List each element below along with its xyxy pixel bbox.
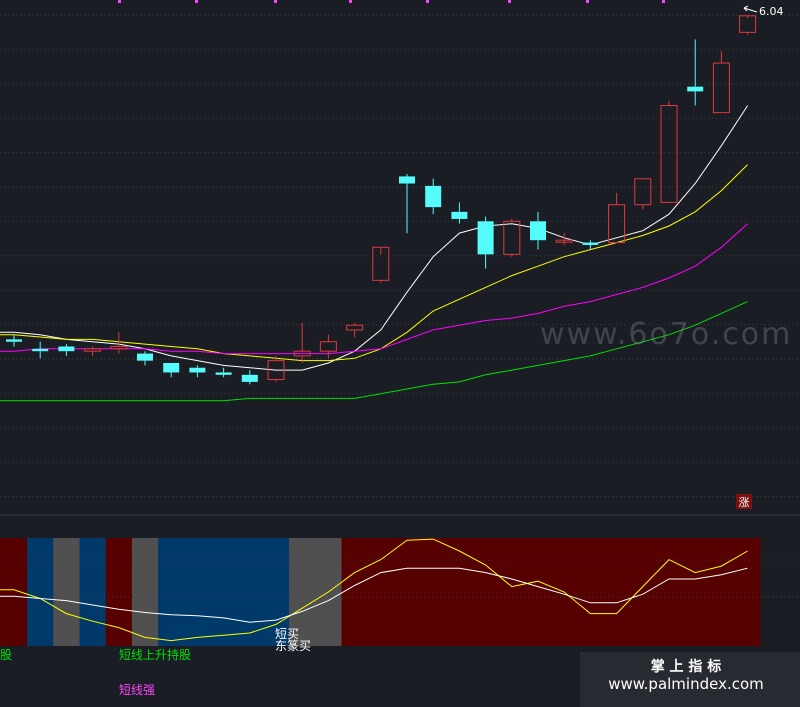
rise-badge: 涨 bbox=[736, 494, 752, 509]
candle bbox=[267, 355, 285, 382]
candle-body bbox=[660, 105, 678, 203]
candle bbox=[634, 178, 652, 210]
corner-watermark-url: www.palmindex.com bbox=[608, 675, 764, 693]
candle bbox=[608, 192, 626, 244]
candle-body bbox=[32, 348, 49, 352]
candle bbox=[399, 174, 415, 234]
zone-band bbox=[184, 538, 211, 646]
candle-body bbox=[6, 339, 22, 342]
zone-band bbox=[341, 538, 369, 646]
high-arrow-icon bbox=[743, 5, 758, 13]
candle bbox=[530, 211, 546, 250]
candle bbox=[346, 322, 364, 338]
zone-band bbox=[79, 538, 107, 646]
zone-band bbox=[393, 538, 421, 646]
zone-band bbox=[734, 538, 761, 646]
zone-band bbox=[210, 538, 238, 646]
candle bbox=[137, 351, 153, 366]
candle bbox=[477, 216, 494, 269]
candle-body bbox=[189, 367, 206, 373]
watermark-center: www.6o7o.com bbox=[540, 317, 792, 352]
candle bbox=[451, 202, 468, 224]
zone-band bbox=[0, 538, 28, 646]
candle bbox=[6, 334, 22, 347]
candle bbox=[215, 367, 232, 378]
candle bbox=[425, 178, 442, 215]
top-tick bbox=[426, 0, 429, 3]
candle-body bbox=[712, 62, 730, 114]
top-tick bbox=[274, 0, 277, 3]
candle-body bbox=[739, 15, 757, 33]
candle-body bbox=[530, 221, 546, 241]
candle bbox=[372, 246, 390, 283]
zone-band bbox=[472, 538, 500, 646]
candle bbox=[319, 334, 337, 359]
candle-body bbox=[163, 363, 180, 373]
zone-band bbox=[577, 538, 604, 646]
candle-body bbox=[346, 324, 364, 331]
candle-body bbox=[110, 345, 128, 350]
candle bbox=[58, 344, 75, 356]
candle-body bbox=[399, 176, 415, 184]
top-tick bbox=[508, 0, 511, 3]
high-price-label: 6.04 bbox=[759, 5, 784, 18]
candle bbox=[189, 365, 206, 378]
top-tick bbox=[586, 0, 589, 3]
candle bbox=[84, 346, 102, 356]
candle-body bbox=[582, 242, 599, 245]
candle-body bbox=[451, 211, 468, 219]
candle bbox=[32, 341, 49, 359]
signal-label-hold-partial: 股 bbox=[0, 648, 12, 662]
candle bbox=[739, 15, 757, 35]
candle bbox=[293, 322, 311, 364]
zone-band bbox=[498, 538, 526, 646]
zone-band bbox=[708, 538, 735, 646]
price-grid bbox=[0, 14, 800, 498]
zone-band bbox=[524, 538, 552, 646]
rise-badge-label: 涨 bbox=[739, 496, 750, 509]
top-tick bbox=[349, 0, 352, 3]
zone-band bbox=[27, 538, 54, 646]
corner-watermark: 掌 上 指 标 www.palmindex.com bbox=[580, 652, 800, 707]
signal-label-east-buy: 东篆买 bbox=[275, 638, 311, 653]
zone-band bbox=[367, 538, 395, 646]
candle bbox=[241, 370, 258, 385]
candle-body bbox=[84, 348, 102, 352]
candle bbox=[163, 363, 180, 378]
candle-body bbox=[477, 221, 494, 255]
zone-band bbox=[158, 538, 185, 646]
zone-band bbox=[682, 538, 709, 646]
candle-body bbox=[319, 341, 337, 352]
candle bbox=[110, 332, 128, 354]
zone-band bbox=[446, 538, 473, 646]
corner-watermark-title: 掌 上 指 标 bbox=[651, 658, 722, 675]
stock-chart: www.6o7o.com 6.04 涨 股 短线上升持股 短买 东篆买 短线强 … bbox=[0, 0, 800, 707]
candle bbox=[712, 51, 730, 114]
zone-band bbox=[629, 538, 657, 646]
zone-band bbox=[53, 538, 80, 646]
candle-body bbox=[137, 353, 153, 361]
candle-body bbox=[58, 346, 75, 352]
moving-average-lines bbox=[0, 105, 749, 402]
top-tick bbox=[195, 0, 198, 3]
candle-body bbox=[215, 372, 232, 375]
zone-band bbox=[105, 538, 133, 646]
top-ticks bbox=[118, 0, 665, 3]
zone-band bbox=[131, 538, 159, 646]
top-tick bbox=[662, 0, 665, 3]
zone-band bbox=[420, 538, 447, 646]
top-tick bbox=[118, 0, 121, 3]
candle-body bbox=[503, 220, 521, 255]
candle-body bbox=[425, 185, 442, 208]
candle-body bbox=[241, 374, 258, 382]
signal-label-short-strong: 短线强 bbox=[119, 683, 155, 697]
candle-body bbox=[634, 178, 652, 206]
candle-body bbox=[687, 86, 704, 92]
candle-body bbox=[608, 204, 626, 244]
signal-label-short-rise-hold: 短线上升持股 bbox=[119, 647, 191, 662]
zone-band bbox=[603, 538, 631, 646]
zone-band bbox=[655, 538, 683, 646]
